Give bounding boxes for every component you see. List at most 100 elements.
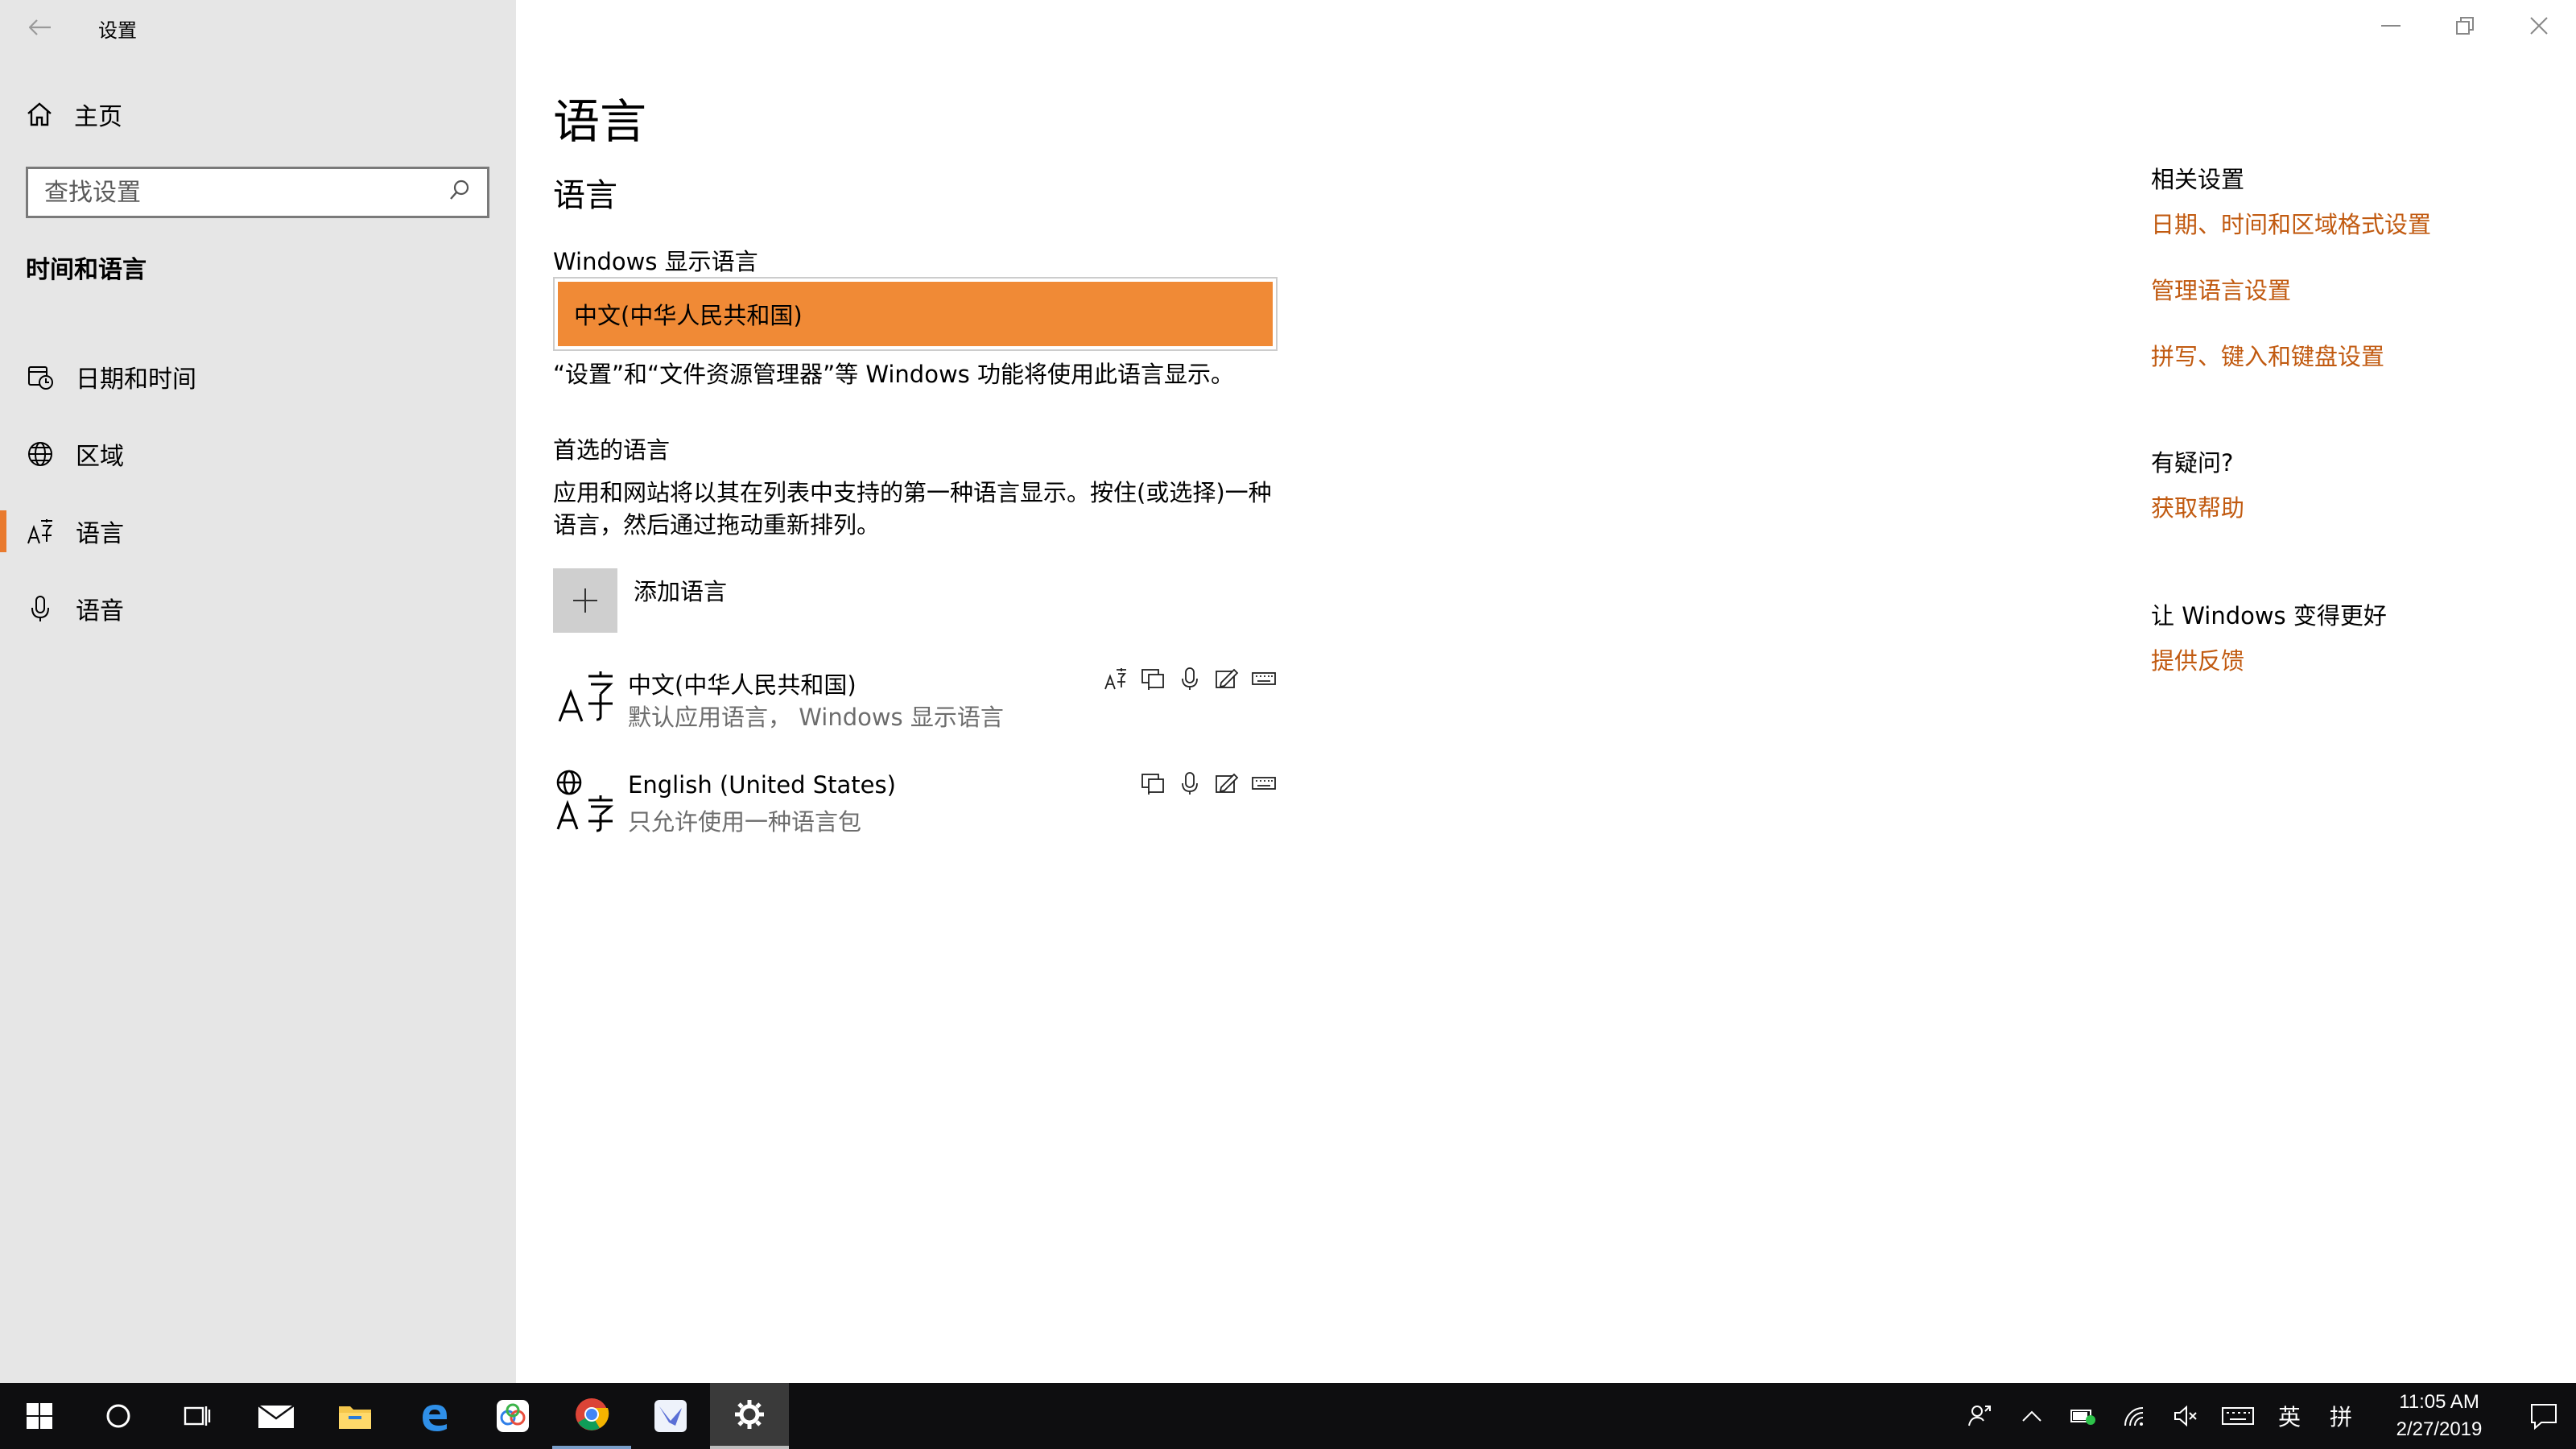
wifi-icon[interactable] [2109,1383,2161,1449]
sidebar-nav: 日期和时间 区域 语言 语音 [0,338,516,647]
link-get-help[interactable]: 获取帮助 [2151,489,2537,523]
language-subtitle: 只允许使用一种语言包 [628,808,862,836]
clock-date: 2/27/2019 [2396,1418,2483,1440]
chrome-browser-button[interactable] [552,1383,631,1449]
display-language-selected: 中文(中华人民共和国) [558,282,1273,346]
mail-app-button[interactable] [237,1383,316,1449]
sidebar-item-date-time[interactable]: 日期和时间 [0,338,516,415]
cortana-icon [106,1404,130,1428]
language-name: English (United States) [628,771,896,799]
search-icon[interactable] [448,179,471,207]
bird-app-icon [654,1400,687,1432]
section-title: 语言 [553,177,617,214]
home-label: 主页 [74,103,122,131]
feedback-block: 让 Windows 变得更好 提供反馈 [2151,597,2537,708]
chrome-icon [576,1398,609,1430]
handwriting-icon [1213,665,1241,692]
app-title: 设置 [98,19,137,42]
feishu-app-button[interactable] [631,1383,710,1449]
display-language-dropdown[interactable]: 中文(中华人民共和国) [553,277,1278,351]
close-button[interactable] [2502,0,2576,52]
preferred-languages-description: 应用和网站将以其在列表中支持的第一种语言显示。按住(或选择)一种语言，然后通过拖… [553,479,1272,539]
sidebar-item-speech[interactable]: 语音 [0,570,516,647]
link-spelling-typing-keyboard[interactable]: 拼写、键入和键盘设置 [2151,338,2505,372]
chevron-up-icon[interactable] [2006,1383,2058,1449]
add-language-button[interactable]: 添加语言 [553,568,727,633]
baidu-netdisk-button[interactable] [473,1383,552,1449]
date-time-icon [26,362,55,391]
clock[interactable]: 11:05 AM 2/27/2019 [2367,1389,2512,1443]
task-view-button[interactable] [158,1383,237,1449]
language-feature-icons [1139,770,1278,797]
sidebar-item-label: 区域 [76,443,124,471]
windows-logo-icon [27,1403,52,1429]
search-input[interactable] [44,178,431,207]
sidebar-item-label: 语言 [76,520,124,548]
language-glyph-icon [553,665,617,729]
link-date-time-region-format[interactable]: 日期、时间和区域格式设置 [2151,206,2505,240]
page-title: 语言 [553,94,647,149]
help-block: 有疑问? 获取帮助 [2151,444,2537,555]
ime-mode-indicator[interactable]: 拼 [2315,1383,2367,1449]
feedback-heading: 让 Windows 变得更好 [2151,602,2387,630]
home-link[interactable]: 主页 [26,97,122,132]
search-box[interactable] [26,167,489,218]
minimize-button[interactable] [2354,0,2428,52]
speech-recognition-icon [1176,770,1203,797]
language-globe-glyph-icon [553,770,617,834]
people-icon[interactable] [1955,1383,2006,1449]
clock-time: 11:05 AM [2399,1391,2479,1413]
sidebar: 设置 主页 时间和语言 日期和时间 区域 语言 [0,0,516,1383]
back-arrow-icon[interactable] [24,11,56,43]
sidebar-item-label: 日期和时间 [76,365,196,394]
taskbar: 英 拼 11:05 AM 2/27/2019 [0,1383,2576,1449]
preferred-languages-title: 首选的语言 [553,436,671,464]
settings-app-button[interactable] [710,1383,789,1449]
language-name: 中文(中华人民共和国) [628,671,857,699]
keyboard-icon [1250,665,1278,692]
folder-icon [339,1406,371,1429]
help-heading: 有疑问? [2151,449,2234,477]
gear-icon [735,1400,764,1429]
edge-icon [423,1405,447,1431]
link-manage-language-settings[interactable]: 管理语言设置 [2151,272,2505,306]
touch-keyboard-icon[interactable] [2212,1383,2264,1449]
start-button[interactable] [0,1383,79,1449]
system-tray: 英 拼 11:05 AM 2/27/2019 [1955,1383,2576,1449]
volume-muted-icon[interactable] [2161,1383,2212,1449]
text-to-speech-icon [1139,665,1166,692]
handwriting-icon [1213,770,1241,797]
text-to-speech-icon [1139,770,1166,797]
notification-icon [2531,1404,2557,1430]
language-item-en-us[interactable]: English (United States) 只允许使用一种语言包 [553,765,1278,845]
sidebar-item-language[interactable]: 语言 [0,493,516,570]
language-item-zh-cn[interactable]: 中文(中华人民共和国) 默认应用语言， Windows 显示语言 [553,660,1278,741]
display-language-label: Windows 显示语言 [553,248,758,275]
globe-icon [26,440,55,469]
file-explorer-button[interactable] [316,1383,394,1449]
add-language-label: 添加语言 [634,578,728,605]
link-give-feedback[interactable]: 提供反馈 [2151,642,2537,676]
display-language-note: “设置”和“文件资源管理器”等 Windows 功能将使用此语言显示。 [553,361,1234,388]
ime-language-indicator[interactable]: 英 [2264,1383,2315,1449]
language-icon [26,517,55,546]
speech-recognition-icon [1176,665,1203,692]
search-circle-button[interactable] [79,1383,158,1449]
window-controls [2354,0,2576,52]
cloud-app-icon [497,1400,529,1432]
edge-browser-button[interactable] [394,1383,473,1449]
language-feature-icons [1102,665,1278,692]
related-settings-heading: 相关设置 [2151,166,2245,193]
sidebar-item-region[interactable]: 区域 [0,415,516,493]
display-language-icon [1102,665,1129,692]
home-icon [27,102,52,126]
keyboard-icon [1250,770,1278,797]
task-view-icon [184,1406,211,1426]
language-subtitle: 默认应用语言， Windows 显示语言 [628,704,1004,731]
section-header: 时间和语言 [26,256,147,284]
restore-button[interactable] [2428,0,2502,52]
microphone-icon [26,594,55,623]
action-center-button[interactable] [2512,1383,2576,1449]
battery-icon[interactable] [2058,1383,2109,1449]
related-settings: 相关设置 日期、时间和区域格式设置 管理语言设置 拼写、键入和键盘设置 [2151,161,2505,404]
